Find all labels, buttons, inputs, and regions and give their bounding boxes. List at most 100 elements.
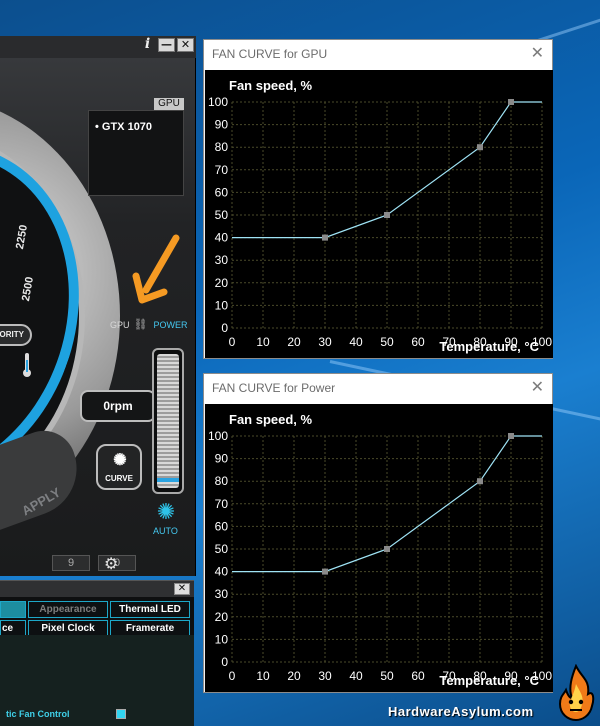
fan-curve-title: FAN CURVE for GPU — [212, 47, 328, 61]
curve-point-marker — [477, 144, 483, 151]
y-axis-label: Fan speed, % — [229, 412, 313, 427]
curve-button-label: CURVE — [105, 474, 133, 483]
x-tick-label: 70 — [442, 669, 456, 683]
y-tick-label: 40 — [215, 231, 229, 245]
fan-curve-chart[interactable]: Fan speed, % Temperature, °C 0 10 20 30 40 50… — [205, 404, 553, 692]
auto-fan-icon[interactable]: ✺ — [152, 498, 180, 526]
fan-curve-window-gpu: FAN CURVE for GPU ✕ Fan speed, % Tempera… — [203, 39, 553, 359]
gpu-tag: GPU — [154, 98, 184, 110]
y-tick-label: 10 — [215, 298, 229, 312]
fan-curve-chart[interactable]: Fan speed, % Temperature, °C 0 10 20 30 40 50… — [205, 70, 553, 358]
x-tick-label: 60 — [411, 669, 425, 683]
x-tick-label: 100 — [532, 335, 552, 349]
fan-curve-plot[interactable]: Fan speed, % Temperature, °C 0 10 20 30 40 50… — [205, 404, 553, 692]
sync-toggle[interactable]: GPU ⛓ POWER — [110, 320, 188, 331]
curve-button[interactable]: ✺ CURVE — [96, 444, 142, 490]
x-tick-label: 10 — [256, 335, 270, 349]
arrow-annotation-icon — [132, 234, 180, 304]
curve-point-marker — [322, 568, 328, 575]
x-tick-label: 60 — [411, 335, 425, 349]
fan-control-label: tic Fan Control — [6, 709, 70, 719]
y-tick-label: 30 — [215, 253, 229, 267]
fan-curve-title: FAN CURVE for Power — [212, 381, 336, 395]
x-tick-label: 20 — [287, 335, 301, 349]
fan-speed-slider-handle[interactable] — [157, 478, 179, 482]
x-tick-label: 50 — [380, 335, 394, 349]
x-tick-label: 80 — [473, 669, 487, 683]
x-tick-label: 90 — [504, 335, 518, 349]
y-tick-label: 50 — [215, 208, 229, 222]
y-tick-label: 70 — [215, 497, 229, 511]
tab-partial[interactable] — [0, 601, 26, 618]
x-tick-label: 50 — [380, 669, 394, 683]
gpu-list[interactable]: • GTX 1070 — [88, 110, 184, 196]
gpu-list-item[interactable]: • GTX 1070 — [95, 121, 183, 133]
y-tick-label: 80 — [215, 140, 229, 154]
flame-logo-icon — [558, 664, 595, 722]
sync-gpu-label: GPU — [110, 320, 130, 330]
x-tick-label: 40 — [349, 669, 363, 683]
main-window-controls: i — ✕ — [139, 37, 194, 52]
info-icon[interactable]: i — [139, 37, 156, 52]
x-tick-label: 100 — [532, 669, 552, 683]
x-tick-label: 70 — [442, 335, 456, 349]
fan-curve-window-power: FAN CURVE for Power ✕ Fan speed, % Tempe… — [203, 373, 553, 693]
gear-icon[interactable]: ⚙ — [104, 554, 118, 574]
settings-subwindow: ✕ Appearance LED Thermal LED ce Pixel Cl… — [0, 580, 194, 726]
y-tick-label: 60 — [215, 519, 229, 533]
priority-button[interactable]: PRIORITY — [0, 324, 32, 346]
fan-curve-close-button[interactable]: ✕ — [531, 43, 544, 62]
y-tick-label: 50 — [215, 542, 229, 556]
x-tick-label: 30 — [318, 335, 332, 349]
y-tick-label: 80 — [215, 474, 229, 488]
tab-thermal-led[interactable]: Thermal LED — [110, 601, 190, 618]
y-tick-label: 100 — [208, 95, 228, 109]
fan-rpm-readout: 0rpm — [80, 390, 156, 422]
x-tick-label: 80 — [473, 335, 487, 349]
sync-power-label: POWER — [153, 320, 188, 330]
fan-control-checkbox[interactable] — [116, 709, 126, 719]
x-tick-label: 30 — [318, 669, 332, 683]
x-tick-label: 20 — [287, 669, 301, 683]
y-tick-label: 30 — [215, 587, 229, 601]
y-tick-label: 70 — [215, 163, 229, 177]
curve-point-marker — [477, 478, 483, 485]
x-tick-label: 10 — [256, 669, 270, 683]
y-axis-label: Fan speed, % — [229, 78, 313, 93]
curve-point-marker — [384, 212, 390, 218]
minimize-button[interactable]: — — [158, 38, 175, 52]
thermometer-icon — [23, 353, 31, 377]
y-tick-label: 0 — [221, 655, 228, 669]
y-tick-label: 0 — [221, 321, 228, 335]
auto-label: AUTO — [153, 526, 178, 536]
watermark-logo-text: HardwareAsylum.com — [388, 704, 534, 719]
subwindow-close-button[interactable]: ✕ — [174, 583, 190, 595]
fan-speed-slider-fill — [157, 354, 179, 488]
curve-point-marker — [508, 99, 514, 105]
fan-icon: ✺ — [113, 452, 127, 469]
x-tick-label: 0 — [229, 669, 236, 683]
tab-appearance-led[interactable]: Appearance LED — [28, 601, 108, 630]
fan-curve-close-button[interactable]: ✕ — [531, 377, 544, 396]
y-tick-label: 90 — [215, 452, 229, 466]
fan-curve-plot[interactable]: Fan speed, % Temperature, °C 0 10 20 30 40 50… — [205, 70, 553, 358]
curve-point-marker — [322, 234, 328, 241]
x-tick-label: 0 — [229, 335, 236, 349]
curve-point-marker — [384, 546, 390, 552]
curve-point-marker — [508, 433, 514, 439]
y-tick-label: 100 — [208, 429, 228, 443]
y-tick-label: 90 — [215, 118, 229, 132]
fan-curve-titlebar: FAN CURVE for GPU ✕ — [204, 40, 552, 70]
fan-curve-titlebar: FAN CURVE for Power ✕ — [204, 374, 552, 404]
y-tick-label: 10 — [215, 632, 229, 646]
fan-speed-slider[interactable] — [152, 348, 184, 494]
profile-slot[interactable]: 9 — [52, 555, 90, 571]
close-button[interactable]: ✕ — [177, 38, 194, 52]
x-tick-label: 40 — [349, 335, 363, 349]
y-tick-label: 20 — [215, 276, 229, 290]
link-icon[interactable]: ⛓ — [134, 320, 150, 331]
x-tick-label: 90 — [504, 669, 518, 683]
subwindow-titlebar: ✕ — [0, 581, 194, 597]
y-tick-label: 20 — [215, 610, 229, 624]
y-tick-label: 60 — [215, 185, 229, 199]
